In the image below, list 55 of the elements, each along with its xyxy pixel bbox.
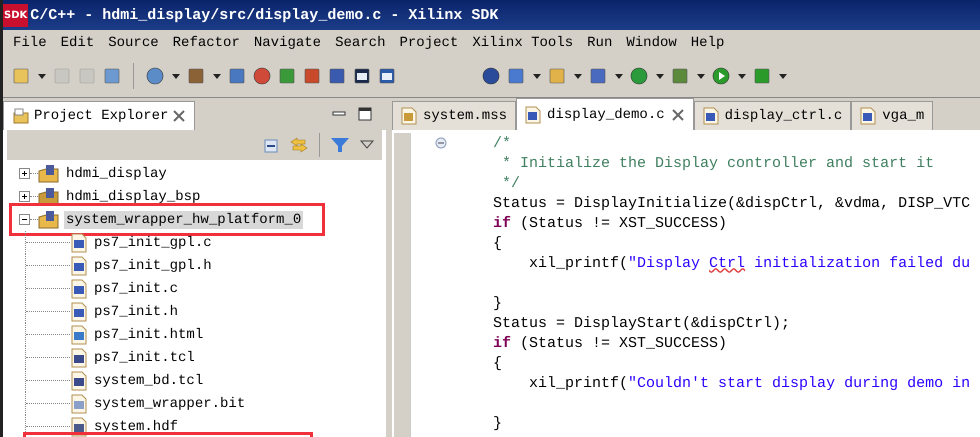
menu-item[interactable]: Xilinx Tools bbox=[472, 34, 574, 50]
code-line: { bbox=[493, 234, 502, 252]
tree-item[interactable]: ps7_init.c bbox=[92, 280, 180, 298]
menu-item[interactable]: Project bbox=[400, 34, 458, 50]
menu-item[interactable]: Run bbox=[587, 34, 612, 50]
tree-item[interactable]: ps7_init_gpl.h bbox=[92, 256, 214, 274]
code-line: */ bbox=[501, 174, 520, 192]
menu-item[interactable]: Navigate bbox=[254, 34, 322, 50]
tree-item[interactable]: ps7_init.h bbox=[92, 302, 180, 320]
code-line: xil_printf("Display Ctrl initialization failed du bbox=[528, 254, 970, 272]
tree-item[interactable]: system.hdf bbox=[92, 418, 180, 436]
menu-item[interactable]: Source bbox=[108, 34, 159, 50]
code-line: Status = DisplayStart(&dispCtrl); bbox=[493, 314, 790, 332]
menu-item[interactable]: Window bbox=[626, 34, 677, 50]
editor-tab[interactable]: display_demo.c bbox=[516, 98, 694, 130]
expand-toggle[interactable] bbox=[19, 191, 30, 202]
tree-item[interactable]: hdmi_display bbox=[64, 164, 169, 182]
tree-item[interactable]: system_bd.tcl bbox=[92, 372, 206, 390]
code-line: { bbox=[493, 354, 502, 372]
menu-item[interactable]: Search bbox=[335, 34, 386, 50]
filter-icon[interactable] bbox=[330, 136, 350, 154]
panel-title: Project Explorer bbox=[34, 108, 168, 124]
window-title: C/C++ - hdmi_display/src/display_demo.c - Xilinx SDK bbox=[30, 6, 498, 24]
editor-tab[interactable]: system.mss bbox=[392, 101, 516, 130]
close-icon[interactable] bbox=[670, 108, 685, 122]
menu-item[interactable]: Help bbox=[690, 34, 724, 50]
app-logo: SDK bbox=[3, 4, 28, 26]
menu-item[interactable]: Edit bbox=[60, 34, 94, 50]
menu-item[interactable]: Refactor bbox=[172, 34, 240, 50]
expand-toggle[interactable] bbox=[19, 214, 30, 225]
tree-item[interactable]: ps7_init.html bbox=[92, 326, 206, 344]
editor-tab[interactable]: display_ctrl.c bbox=[694, 101, 852, 130]
editor-tab[interactable]: vga_m bbox=[851, 101, 934, 130]
code-line: if (Status != XST_SUCCESS) bbox=[493, 214, 728, 232]
tree-item[interactable]: hdmi_display_bsp bbox=[64, 188, 202, 206]
code-line: Status = DisplayInitialize(&dispCtrl, &vdma, DISP_VTC bbox=[493, 194, 970, 212]
menu-item[interactable]: File bbox=[13, 34, 47, 50]
panel-tab[interactable]: Project Explorer bbox=[3, 101, 196, 130]
code-line: } bbox=[493, 294, 502, 312]
expand-toggle[interactable] bbox=[19, 168, 30, 179]
code-line: /* bbox=[493, 134, 512, 152]
run-icon[interactable] bbox=[711, 66, 747, 86]
maximize-icon[interactable] bbox=[358, 107, 372, 121]
code-line: xil_printf("Couldn't start display during demo in bbox=[528, 374, 970, 392]
code-line: if (Status != XST_SUCCESS) bbox=[493, 334, 728, 352]
code-line: * Initialize the Display controller and start it bbox=[501, 154, 934, 172]
tree-item[interactable]: ps7_init.tcl bbox=[92, 348, 197, 366]
close-icon[interactable] bbox=[172, 109, 186, 123]
code-line: } bbox=[493, 414, 502, 432]
tree-item[interactable]: ps7_init_gpl.c bbox=[92, 234, 214, 252]
view-menu-icon[interactable] bbox=[360, 140, 374, 150]
tree-item[interactable]: system_wrapper.bit bbox=[92, 394, 248, 412]
folder-icon bbox=[12, 107, 30, 125]
collapse-icon[interactable] bbox=[435, 137, 447, 149]
tree-item[interactable]: system_wrapper_hw_platform_0 bbox=[64, 210, 304, 228]
